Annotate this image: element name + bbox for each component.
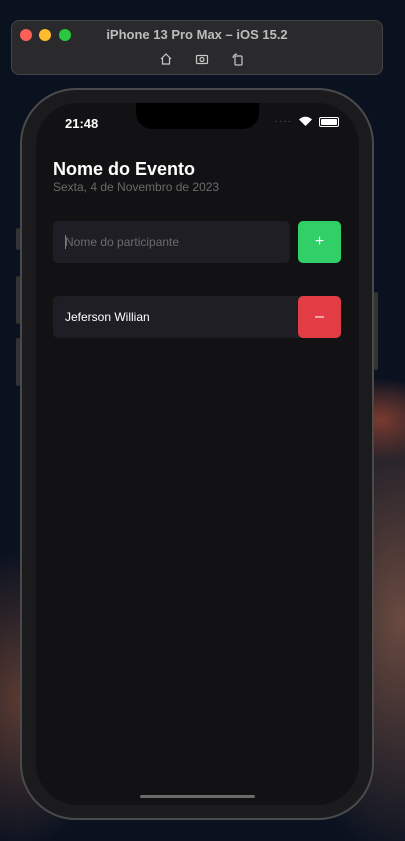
add-participant-button[interactable]: +	[298, 221, 341, 263]
home-icon[interactable]	[157, 51, 175, 67]
status-time: 21:48	[65, 116, 99, 131]
participant-name-input[interactable]	[53, 221, 290, 263]
simulator-toolbar	[157, 51, 247, 67]
silent-switch	[16, 228, 20, 250]
battery-icon	[319, 116, 339, 127]
notch	[136, 103, 259, 129]
power-button	[374, 292, 378, 370]
simulator-title: iPhone 13 Pro Max – iOS 15.2	[106, 27, 288, 42]
status-icons: ····	[275, 116, 339, 127]
app-screen: 21:48 ···· Nome do Evento Sexta, 4 de No…	[36, 103, 359, 805]
remove-participant-button[interactable]: –	[298, 296, 341, 338]
signal-icon: ····	[274, 116, 292, 127]
wifi-icon	[298, 116, 313, 127]
event-title: Nome do Evento	[53, 159, 196, 179]
rotate-icon[interactable]	[229, 51, 247, 67]
volume-up-button	[16, 276, 20, 324]
screenshot-icon[interactable]	[193, 51, 211, 67]
participant-item: Jeferson Willian –	[53, 296, 341, 338]
volume-down-button	[16, 338, 20, 386]
event-date: Sexta, 4 de Novembro de 2023	[53, 180, 220, 194]
home-indicator[interactable]	[140, 795, 255, 798]
simulator-window: iPhone 13 Pro Max – iOS 15.2	[11, 20, 383, 75]
participant-name: Jeferson Willian	[65, 310, 150, 324]
text-cursor	[65, 235, 66, 249]
